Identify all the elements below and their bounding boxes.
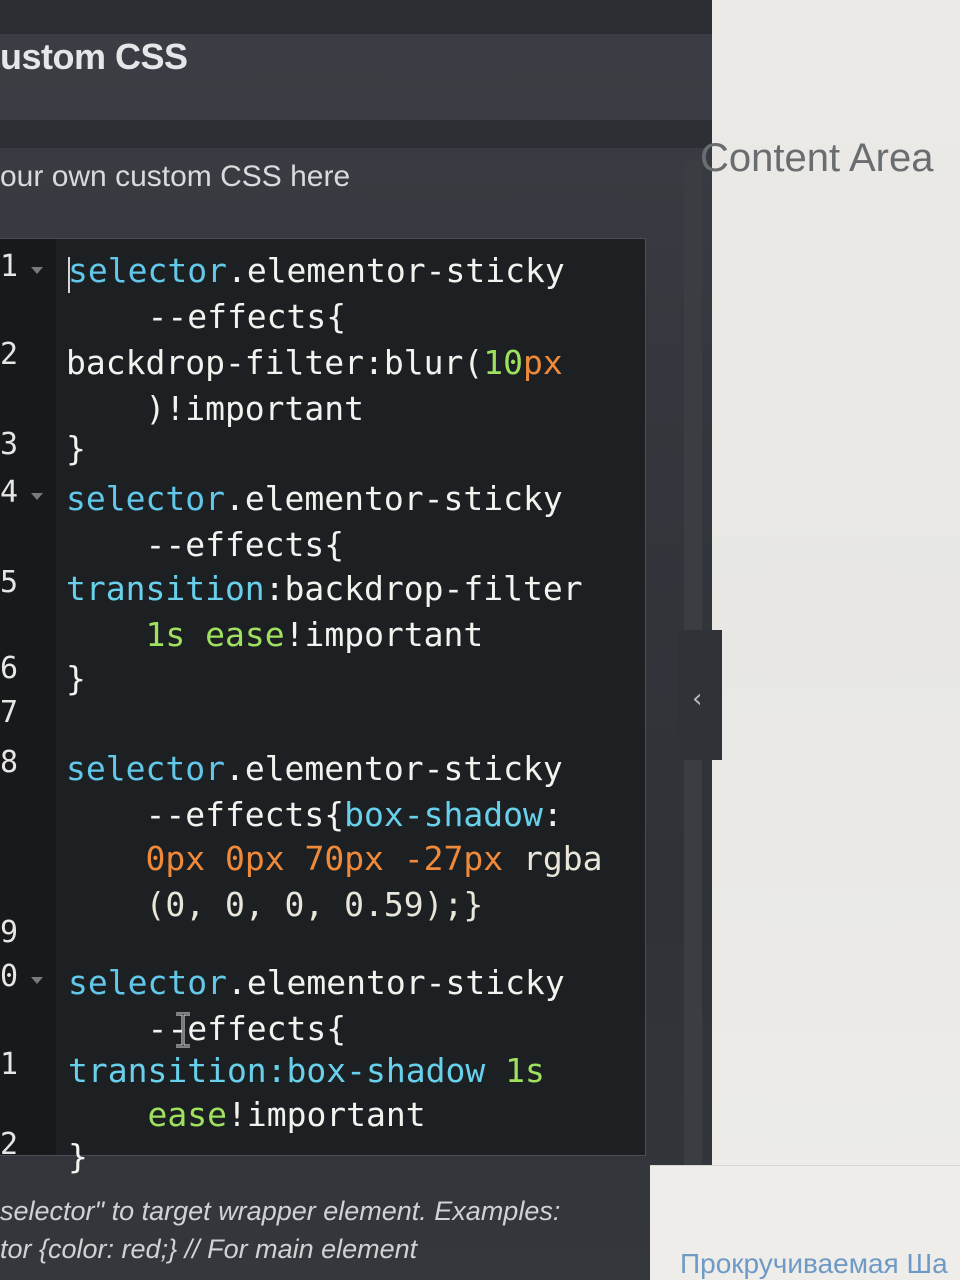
line-number: 1	[0, 1047, 19, 1082]
section-description: our own custom CSS here	[0, 160, 351, 193]
code-line[interactable]: --effects{	[68, 297, 346, 336]
code-token: --effects{	[68, 297, 347, 336]
code-token: :backdrop-filter	[264, 569, 583, 608]
line-number: 2	[0, 1127, 19, 1162]
code-token: --effects{	[68, 1009, 347, 1048]
code-line[interactable]: transition:backdrop-filter	[66, 569, 583, 608]
content-area-region	[712, 0, 960, 1280]
content-area-label: Content Area	[700, 136, 934, 180]
code-line[interactable]: 1s ease!important	[66, 615, 483, 654]
code-line[interactable]: selector.elementor-sticky	[68, 251, 565, 290]
code-token: selector	[68, 251, 227, 290]
line-number: 1	[0, 249, 19, 284]
line-number: 6	[0, 651, 19, 686]
code-token: transition	[68, 1051, 267, 1090]
code-token: 1s	[145, 615, 186, 654]
line-number: 3	[0, 427, 19, 462]
section-divider	[0, 120, 712, 148]
line-number: 0	[0, 959, 19, 994]
code-token: !important	[226, 1095, 426, 1134]
code-token: (0, 0, 0, 0.59);}	[66, 885, 484, 924]
chevron-left-icon: ‹	[692, 684, 703, 714]
code-line[interactable]: }	[66, 659, 86, 698]
line-number: 5	[0, 565, 19, 600]
code-line[interactable]: --effects{	[66, 525, 344, 564]
code-line[interactable]: }	[66, 429, 86, 468]
bottom-right-label: Прокручиваемая Ша	[680, 1248, 948, 1279]
code-line[interactable]: --effects{	[68, 1009, 346, 1048]
collapse-panel-button[interactable]: ‹	[678, 630, 722, 760]
fold-arrow-icon[interactable]	[31, 267, 43, 274]
hint-text-2: tor {color: red;} // For main element	[0, 1234, 418, 1264]
code-line[interactable]: ease!important	[68, 1095, 426, 1134]
code-token: .elementor-sticky	[226, 251, 565, 290]
css-code-editor[interactable]: selector.elementor-sticky --effects{back…	[0, 238, 646, 1176]
code-line[interactable]: transition:box-shadow 1s	[68, 1051, 545, 1090]
code-token: }	[68, 1137, 88, 1176]
code-line[interactable]: --effects{box-shadow:	[66, 795, 563, 834]
code-token: ease	[205, 615, 285, 654]
code-line[interactable]: selector.elementor-sticky	[66, 479, 563, 518]
code-token: selector	[66, 479, 225, 518]
code-token: .elementor-sticky	[224, 479, 563, 518]
code-line[interactable]: )!important	[66, 389, 364, 428]
line-number: 2	[0, 337, 19, 372]
text-caret	[68, 257, 70, 293]
line-number: 4	[0, 475, 19, 510]
code-token: }	[66, 659, 86, 698]
line-number: 7	[0, 695, 19, 730]
code-line[interactable]: backdrop-filter:blur(10px	[66, 343, 563, 382]
code-token: px	[522, 343, 563, 382]
text-cursor-icon	[176, 1012, 190, 1048]
code-line[interactable]: }	[68, 1137, 88, 1176]
code-token: backdrop-filter:blur(	[66, 343, 484, 382]
code-token: 1s	[505, 1051, 545, 1090]
section-title: ustom CSS	[0, 36, 188, 77]
code-token: .elementor-sticky	[224, 749, 563, 788]
line-number: 8	[0, 745, 19, 780]
fold-arrow-icon[interactable]	[31, 977, 43, 984]
code-token: 10	[483, 343, 523, 382]
code-line[interactable]: 0px 0px 70px -27px rgba	[66, 839, 603, 878]
code-line[interactable]: selector.elementor-sticky	[66, 749, 563, 788]
code-token: :	[542, 795, 563, 834]
code-line[interactable]: selector.elementor-sticky	[68, 963, 565, 1002]
line-number: 9	[0, 915, 19, 950]
code-token: -27px	[403, 839, 504, 878]
code-token: selector	[66, 749, 225, 788]
code-token: rgba	[503, 839, 603, 878]
code-token: 70px	[304, 839, 384, 878]
code-line[interactable]: (0, 0, 0, 0.59);}	[66, 885, 483, 924]
code-token: box-shadow	[344, 795, 543, 834]
code-token: !important	[284, 615, 484, 654]
code-token: selector	[68, 963, 227, 1002]
code-token: }	[66, 429, 86, 468]
code-token: ease	[147, 1095, 227, 1134]
code-token: :box-shadow	[266, 1051, 506, 1090]
code-token: )!important	[66, 389, 365, 428]
code-token: transition	[66, 569, 265, 608]
panel-top-bar	[0, 0, 712, 34]
code-token: .elementor-sticky	[226, 963, 565, 1002]
code-token: 0px	[224, 839, 285, 878]
code-token: 0px	[145, 839, 206, 878]
hint-text-1: selector" to target wrapper element. Exa…	[0, 1196, 561, 1226]
code-token: --effects{	[66, 795, 345, 834]
fold-arrow-icon[interactable]	[31, 493, 43, 500]
code-token: --effects{	[66, 525, 345, 564]
